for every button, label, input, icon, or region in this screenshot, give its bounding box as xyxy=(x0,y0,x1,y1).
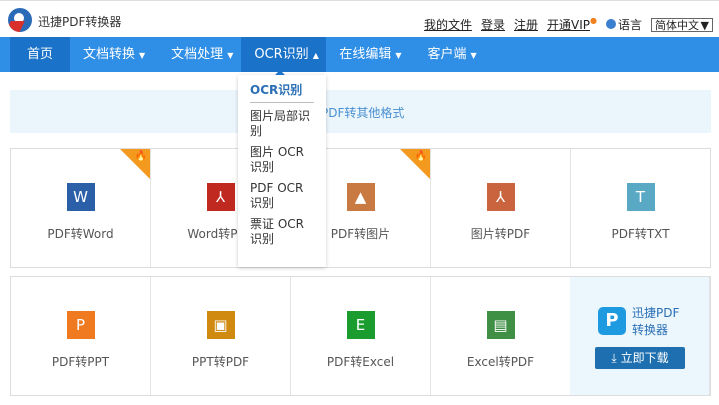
file-type-icon: ▲ xyxy=(346,183,375,211)
tool-card[interactable]: E PDF转Excel xyxy=(291,277,431,395)
download-now-button[interactable]: ⤓ 立即下载 xyxy=(595,347,685,369)
app-logo-icon: P xyxy=(598,307,626,335)
menu-item-ticket-ocr[interactable]: 票证 OCR 识别 xyxy=(250,217,314,247)
register-link[interactable]: 注册 xyxy=(514,16,538,33)
download-client-card: P 迅捷PDF 转换器 ⤓ 立即下载 xyxy=(570,277,710,395)
menu-item-pdf-ocr[interactable]: PDF OCR识别 xyxy=(250,181,314,211)
nav-doc-process[interactable]: 文档处理 ▼ xyxy=(158,37,246,72)
file-type-icon: ▣ xyxy=(206,311,235,339)
nav-label: 在线编辑 xyxy=(339,47,392,62)
dropdown-title[interactable]: OCR识别 xyxy=(250,79,314,103)
tool-label: PPT转PDF xyxy=(191,355,250,369)
globe-icon xyxy=(605,19,616,29)
file-type-icon: ▤ xyxy=(486,311,515,339)
login-link[interactable]: 登录 xyxy=(481,16,505,33)
app-name: 迅捷PDF 转换器 xyxy=(632,305,679,339)
chevron-down-icon: ▼ xyxy=(700,18,709,32)
download-icon: ⤓ xyxy=(611,351,617,365)
download-button-label: 立即下载 xyxy=(620,351,669,365)
nav-home[interactable]: 首页 xyxy=(10,37,70,72)
ocr-dropdown-menu: OCR识别 图片局部识别 图片 OCR 识别 PDF OCR识别 票证 OCR … xyxy=(238,70,326,267)
chevron-down-icon: ▼ xyxy=(395,51,402,60)
file-type-icon: E xyxy=(346,311,375,339)
menu-item-image-ocr[interactable]: 图片 OCR 识别 xyxy=(250,145,314,175)
category-banner: PDF转其他格式 xyxy=(10,90,711,133)
tool-label: Excel转PDF xyxy=(466,355,535,369)
tools-row-2: P 迅捷PDF 转换器 ⤓ 立即下载 P PDF转PPT ▣ PPT转PDF E PDF转E… xyxy=(10,276,711,396)
language-select[interactable]: 简体中文 ▼ xyxy=(651,17,713,32)
chevron-down-icon: ▼ xyxy=(227,51,234,60)
tool-card[interactable]: ▤ Excel转PDF xyxy=(431,277,570,395)
language-label: 语言 xyxy=(617,18,642,32)
tools-row-1: 🔥 W PDF转Word ⅄ Word转PDF 🔥 ▲ PDF转图片 ⅄ 图片转PDF T PDF转T… xyxy=(10,148,711,268)
nav-client[interactable]: 客户端 ▼ xyxy=(415,37,490,72)
menu-item-image-partial-ocr[interactable]: 图片局部识别 xyxy=(250,109,314,139)
chevron-up-icon: ▲ xyxy=(312,51,319,60)
app-name-line1: 迅捷PDF xyxy=(632,306,680,320)
tool-label: PDF转Excel xyxy=(326,355,395,369)
file-type-icon: W xyxy=(66,183,95,211)
brand-name[interactable]: 迅捷PDF转换器 xyxy=(38,13,121,30)
tool-label: PDF转Word xyxy=(47,227,114,241)
tool-label: 图片转PDF xyxy=(470,227,531,241)
brand-logo-icon[interactable] xyxy=(8,8,32,32)
file-type-icon: P xyxy=(66,311,95,339)
hot-badge-icon: 🔥 xyxy=(120,149,150,179)
nav-label: 客户端 xyxy=(427,47,467,62)
main-nav: 首页 文档转换 ▼ 文档处理 ▼ OCR识别 ▲ 在线编辑 ▼ 客户端 ▼ xyxy=(0,37,719,72)
tool-card[interactable]: ⅄ 图片转PDF xyxy=(431,149,571,267)
tool-label: PDF转TXT xyxy=(611,227,670,241)
nav-label: 文档处理 xyxy=(171,47,224,62)
file-type-icon: ⅄ xyxy=(206,183,235,211)
tool-card[interactable]: P PDF转PPT xyxy=(11,277,151,395)
file-type-icon: ⅄ xyxy=(486,183,515,211)
tool-label: PDF转PPT xyxy=(51,355,110,369)
vip-link[interactable]: 开通VIP xyxy=(547,18,590,32)
nav-online-edit[interactable]: 在线编辑 ▼ xyxy=(326,37,414,72)
tool-card[interactable]: ▣ PPT转PDF xyxy=(151,277,291,395)
my-files-link[interactable]: 我的文件 xyxy=(424,16,472,33)
nav-label: OCR识别 xyxy=(254,47,309,62)
nav-label: 文档转换 xyxy=(83,47,136,62)
vip-dot: ● xyxy=(590,16,597,25)
nav-doc-convert[interactable]: 文档转换 ▼ xyxy=(70,37,158,72)
language-value: 简体中文 xyxy=(655,18,699,32)
category-tab-pdf-to-other[interactable]: PDF转其他格式 xyxy=(321,104,404,121)
tool-card[interactable]: T PDF转TXT xyxy=(571,149,710,267)
tool-card[interactable]: 🔥 W PDF转Word xyxy=(11,149,151,267)
app-name-line2: 转换器 xyxy=(632,323,669,337)
fire-icon: 🔥 xyxy=(414,151,427,162)
fire-icon: 🔥 xyxy=(134,151,147,162)
top-links: 我的文件 登录 注册 开通VIP● 语言 简体中文 ▼ xyxy=(424,16,713,33)
file-type-icon: T xyxy=(626,183,655,211)
nav-ocr[interactable]: OCR识别 ▲ xyxy=(241,37,327,72)
chevron-down-icon: ▼ xyxy=(139,51,146,60)
hot-badge-icon: 🔥 xyxy=(400,149,430,179)
header: 迅捷PDF转换器 我的文件 登录 注册 开通VIP● 语言 简体中文 ▼ xyxy=(0,0,719,37)
chevron-down-icon: ▼ xyxy=(470,51,477,60)
